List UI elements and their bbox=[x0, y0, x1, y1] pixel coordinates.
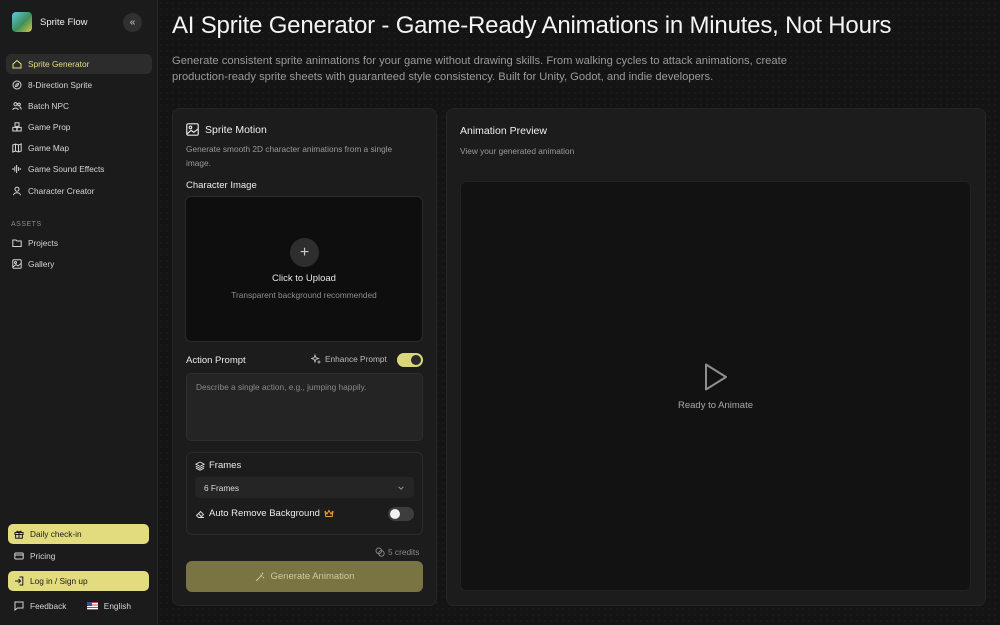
animation-preview-description: View your generated animation bbox=[460, 146, 575, 156]
sprite-motion-description: Generate smooth 2D character animations … bbox=[186, 144, 393, 168]
generate-animation-label: Generate Animation bbox=[270, 571, 355, 582]
sidebar-item-batch-npc[interactable]: Batch NPC bbox=[6, 96, 152, 116]
upload-title: Click to Upload bbox=[272, 273, 336, 284]
audio-wave-icon bbox=[12, 165, 21, 174]
login-signup-button[interactable]: Log in / Sign up bbox=[8, 571, 149, 591]
frames-label: Frames bbox=[209, 460, 242, 471]
sidebar: Sprite Flow « Sprite Generator 8-Directi… bbox=[0, 0, 158, 625]
chevron-down-icon bbox=[398, 485, 404, 490]
image-icon bbox=[186, 123, 199, 136]
chevrons-left-icon: « bbox=[129, 17, 136, 28]
daily-checkin-button[interactable]: Daily check-in bbox=[8, 524, 149, 544]
main-nav: Sprite Generator 8-Direction Sprite Batc… bbox=[6, 54, 152, 202]
eraser-icon bbox=[195, 510, 205, 518]
folder-icon bbox=[12, 239, 22, 247]
credit-card-icon bbox=[14, 552, 24, 560]
frames-heading: Frames bbox=[195, 460, 241, 471]
sidebar-item-label: Game Map bbox=[28, 143, 70, 154]
sidebar-item-label: Gallery bbox=[28, 259, 55, 270]
sidebar-item-game-map[interactable]: Game Map bbox=[6, 138, 152, 158]
sidebar-item-label: Character Creator bbox=[28, 185, 95, 196]
character-image-label: Character Image bbox=[186, 180, 257, 191]
users-icon bbox=[12, 102, 22, 111]
auto-remove-bg-label: Auto Remove Background bbox=[209, 508, 320, 519]
enhance-prompt-label: Enhance Prompt bbox=[325, 354, 387, 364]
frames-select-value: 6 Frames bbox=[204, 482, 240, 493]
layers-icon bbox=[195, 460, 205, 471]
plus-icon[interactable]: + bbox=[290, 238, 319, 267]
credits-label: 5 credits bbox=[388, 547, 420, 557]
auto-remove-bg-heading: Auto Remove Background bbox=[195, 508, 334, 519]
enhance-prompt: Enhance Prompt bbox=[311, 354, 387, 364]
language-label: English bbox=[103, 601, 131, 611]
sidebar-item-label: 8-Direction Sprite bbox=[28, 80, 93, 91]
frames-select[interactable]: 6 Frames bbox=[195, 477, 414, 498]
compass-icon bbox=[12, 80, 22, 90]
enhance-prompt-toggle[interactable] bbox=[397, 353, 423, 367]
sidebar-item-sprite-generator[interactable]: Sprite Generator bbox=[6, 54, 152, 74]
toggle-knob bbox=[390, 509, 400, 519]
assets-section-label: ASSETS bbox=[11, 221, 42, 228]
language-selector[interactable]: English bbox=[81, 595, 149, 617]
sidebar-item-label: Sprite Generator bbox=[28, 59, 90, 69]
us-flag-icon bbox=[86, 602, 98, 610]
page-subtitle: Generate consistent sprite animations fo… bbox=[172, 55, 787, 83]
sidebar-bottom: Daily check-in Pricing Log in / Sign up … bbox=[8, 524, 149, 617]
sidebar-item-game-sound-effects[interactable]: Game Sound Effects bbox=[6, 159, 152, 179]
ready-to-animate-status: Ready to Animate bbox=[678, 400, 753, 411]
map-icon bbox=[12, 143, 22, 154]
feedback-label: Feedback bbox=[30, 601, 67, 611]
sidebar-item-game-prop[interactable]: Game Prop bbox=[6, 117, 152, 137]
toggle-knob bbox=[411, 355, 421, 365]
generate-animation-button[interactable]: Generate Animation bbox=[186, 561, 423, 592]
sidebar-item-label: Projects bbox=[28, 238, 58, 248]
brand-name: Sprite Flow bbox=[40, 16, 88, 28]
action-prompt-label: Action Prompt bbox=[186, 355, 246, 366]
auto-remove-bg-toggle[interactable] bbox=[388, 507, 414, 521]
message-square-icon bbox=[14, 601, 24, 611]
coins-icon bbox=[375, 547, 385, 557]
sidebar-item-projects[interactable]: Projects bbox=[6, 233, 152, 253]
magic-wand-icon bbox=[255, 572, 264, 581]
crown-icon bbox=[324, 509, 334, 517]
feedback-link[interactable]: Feedback bbox=[8, 595, 66, 617]
brand[interactable]: Sprite Flow bbox=[12, 12, 88, 32]
gift-icon bbox=[14, 530, 24, 539]
action-prompt-input[interactable] bbox=[186, 373, 423, 441]
sprite-motion-title-text: Sprite Motion bbox=[205, 123, 267, 136]
sidebar-item-8-direction-sprite[interactable]: 8-Direction Sprite bbox=[6, 75, 152, 95]
login-icon bbox=[15, 576, 24, 586]
user-icon bbox=[13, 186, 21, 195]
sprite-flow-logo-icon bbox=[12, 12, 32, 32]
page-title: AI Sprite Generator - Game-Ready Animati… bbox=[172, 12, 892, 39]
image-icon bbox=[12, 259, 22, 269]
upload-hint: Transparent background recommended bbox=[231, 290, 377, 300]
sparkles-icon bbox=[311, 354, 321, 364]
sidebar-item-label: Batch NPC bbox=[28, 101, 70, 112]
animation-preview-title: Animation Preview bbox=[460, 125, 547, 137]
credits-cost: 5 credits bbox=[375, 547, 419, 557]
character-image-upload[interactable] bbox=[185, 196, 423, 342]
assets-nav: Projects Gallery bbox=[6, 233, 152, 275]
home-icon bbox=[12, 59, 22, 69]
sidebar-item-character-creator[interactable]: Character Creator bbox=[6, 181, 152, 201]
sidebar-item-label: Game Sound Effects bbox=[28, 164, 105, 175]
sprite-motion-title: Sprite Motion bbox=[186, 123, 267, 136]
boxes-icon bbox=[12, 122, 22, 132]
collapse-sidebar-button[interactable]: « bbox=[123, 13, 142, 32]
sidebar-item-gallery[interactable]: Gallery bbox=[6, 254, 152, 274]
pricing-link[interactable]: Pricing bbox=[8, 545, 149, 567]
sidebar-item-label: Game Prop bbox=[28, 122, 71, 133]
daily-checkin-label: Daily check-in bbox=[30, 529, 82, 539]
play-icon[interactable] bbox=[703, 362, 729, 392]
pricing-label: Pricing bbox=[30, 551, 56, 561]
sidebar-footer: Feedback English bbox=[8, 595, 149, 617]
login-label: Log in / Sign up bbox=[30, 576, 88, 586]
